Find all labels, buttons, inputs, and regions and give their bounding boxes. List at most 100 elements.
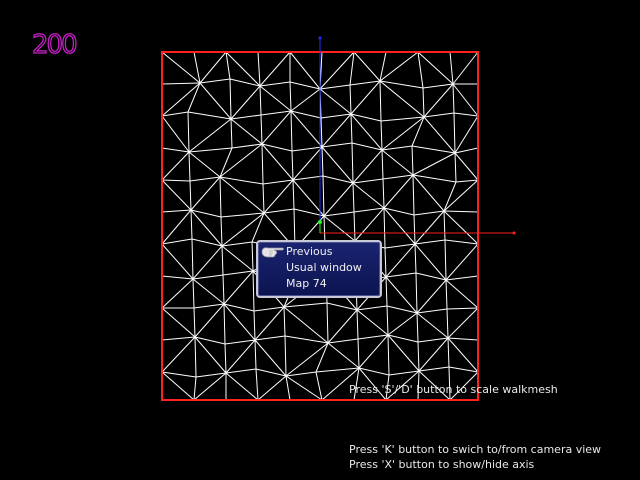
mesh-edge (319, 88, 352, 115)
mesh-edge (454, 147, 479, 154)
mesh-edge (290, 88, 321, 112)
mesh-edge (230, 114, 262, 120)
mesh-edge (443, 210, 479, 245)
mesh-edge (161, 307, 196, 338)
menu-item-usual-window[interactable]: Usual window (286, 261, 362, 275)
mesh-edge (350, 113, 383, 151)
mesh-edge (446, 307, 479, 310)
mesh-edge (414, 210, 445, 245)
mesh-edge (383, 207, 416, 245)
mesh-edge (283, 302, 328, 308)
mesh-edge (414, 239, 446, 245)
mesh-edge (446, 308, 449, 339)
mesh-edge (253, 306, 285, 312)
mesh-edge (387, 312, 418, 336)
mesh-edge (284, 335, 287, 377)
mesh-edge (352, 149, 383, 184)
mesh-edge (194, 303, 225, 338)
mesh-edge (445, 275, 479, 281)
mesh-edge (220, 216, 223, 247)
mesh-edge (353, 51, 381, 82)
mesh-edge (447, 337, 479, 341)
mesh-edge (382, 174, 414, 180)
mesh-edge (223, 303, 256, 341)
mesh-edge (447, 337, 479, 373)
mesh-edge (219, 176, 264, 185)
mesh-edge (219, 176, 222, 218)
mesh-edge (263, 208, 295, 214)
mesh-edge (357, 338, 360, 369)
mesh-edge (443, 179, 479, 212)
mesh-edge (224, 339, 256, 345)
mesh-edge (252, 270, 255, 312)
mesh-edge (199, 51, 227, 84)
mesh-edge (387, 334, 390, 376)
mesh-edge (445, 279, 448, 310)
mesh-edge (224, 343, 227, 374)
mesh-edge (415, 272, 418, 314)
menu-item-map-74[interactable]: Map 74 (286, 277, 327, 291)
mesh-edge (259, 85, 292, 112)
mesh-edge (379, 80, 382, 122)
mesh-edge (230, 85, 261, 120)
mesh-edge (194, 336, 197, 378)
mesh-edge (353, 211, 356, 242)
mesh-edge (161, 336, 196, 341)
mesh-edge (254, 335, 286, 341)
mesh-edge (192, 278, 195, 309)
mesh-edge (327, 338, 359, 344)
y-axis-tip (318, 36, 322, 40)
mesh-edge (384, 247, 387, 278)
mesh-edge (385, 272, 417, 278)
mesh-edge (385, 276, 418, 314)
mesh-edge (320, 117, 323, 148)
mesh-edge (380, 116, 425, 122)
mesh-edge (379, 80, 425, 118)
mesh-edge (449, 51, 454, 85)
mesh-edge (352, 178, 384, 184)
mesh-edge (416, 312, 449, 339)
mesh-edge (230, 118, 263, 145)
mesh-edge (416, 308, 448, 314)
mesh-edge (284, 335, 329, 344)
mesh-edge (189, 180, 192, 211)
mesh-edge (254, 306, 285, 341)
mesh-edge (230, 118, 233, 149)
mesh-edge (327, 342, 360, 369)
mesh-edge (417, 337, 449, 343)
mesh-edge (320, 113, 352, 119)
mesh-edge (251, 241, 254, 272)
mesh-edge (188, 147, 233, 153)
mesh-edge (413, 210, 445, 216)
mesh-edge (193, 303, 225, 309)
mesh-edge (453, 112, 456, 154)
mesh-edge (323, 211, 355, 217)
mesh-edge (354, 207, 385, 242)
mesh-edge (193, 376, 197, 401)
mesh-edge (349, 80, 381, 86)
mesh-edge (386, 305, 389, 336)
mesh-edge (423, 116, 456, 154)
mesh-edge (190, 209, 223, 247)
menu-item-previous[interactable]: Previous (286, 245, 333, 259)
pointing-hand-icon (261, 247, 284, 258)
mesh-edge (254, 339, 257, 370)
mesh-edge (321, 146, 354, 184)
mesh-edge (259, 51, 291, 87)
mesh-edge (225, 372, 259, 401)
mesh-edge (292, 175, 324, 181)
mesh-edge (381, 149, 384, 180)
mesh-edge (261, 110, 292, 145)
mesh-edge (291, 146, 323, 152)
mesh-edge (349, 51, 355, 86)
mesh-edge (454, 152, 479, 181)
mesh-edge (225, 51, 261, 87)
mesh-edge (350, 80, 381, 115)
mesh-edge (380, 120, 383, 151)
mesh-edge (161, 179, 191, 182)
mesh-edge (381, 149, 414, 176)
mesh-edge (379, 51, 419, 82)
mesh-edge (199, 82, 232, 120)
mesh-edge (187, 111, 232, 120)
mesh-edge (385, 276, 388, 307)
